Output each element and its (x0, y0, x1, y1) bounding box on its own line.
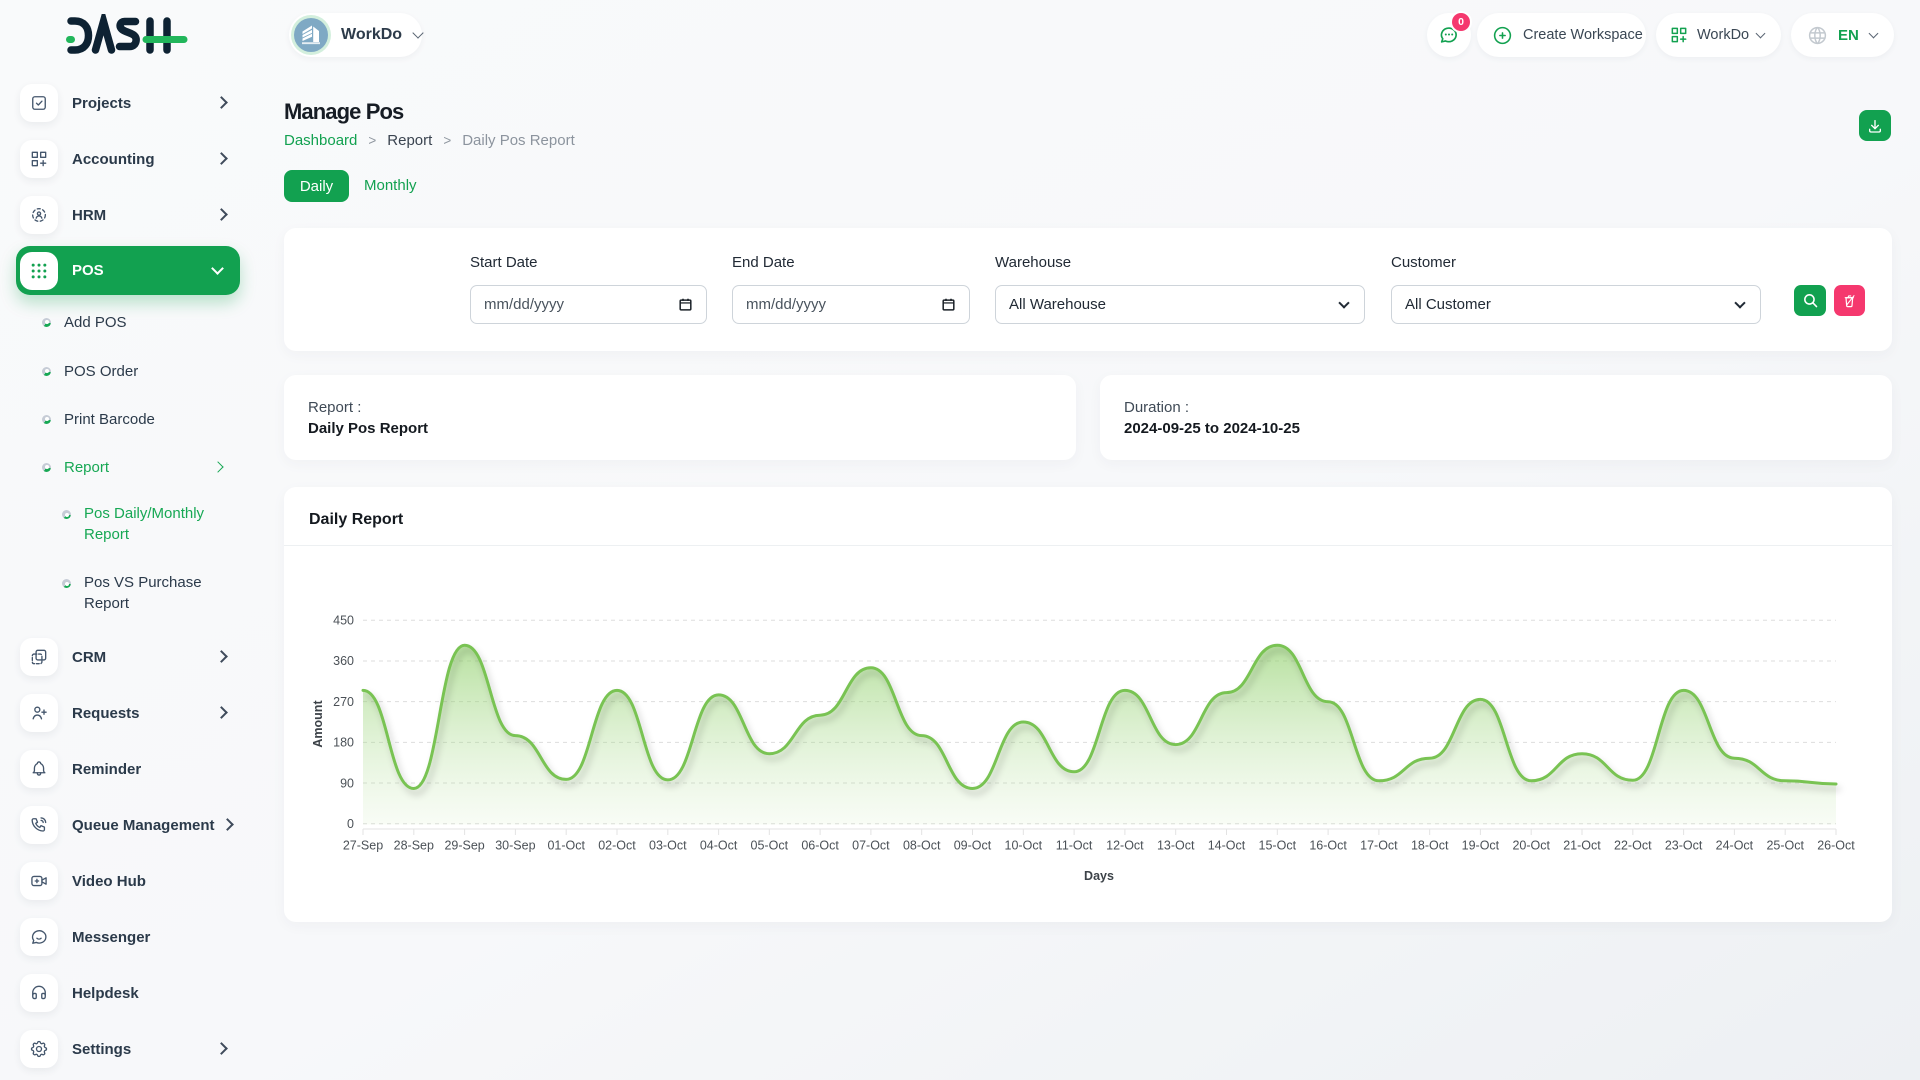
svg-text:18-Oct: 18-Oct (1411, 839, 1449, 853)
svg-text:450: 450 (333, 614, 354, 628)
svg-text:04-Oct: 04-Oct (700, 839, 738, 853)
svg-text:09-Oct: 09-Oct (954, 839, 992, 853)
svg-text:25-Oct: 25-Oct (1766, 839, 1804, 853)
svg-text:01-Oct: 01-Oct (547, 839, 585, 853)
svg-text:08-Oct: 08-Oct (903, 839, 941, 853)
svg-text:17-Oct: 17-Oct (1360, 839, 1398, 853)
svg-text:0: 0 (347, 817, 354, 831)
svg-text:29-Sep: 29-Sep (444, 839, 484, 853)
svg-text:02-Oct: 02-Oct (598, 839, 636, 853)
svg-text:Days: Days (1084, 869, 1114, 883)
svg-text:90: 90 (340, 776, 354, 790)
svg-text:Amount: Amount (311, 700, 325, 748)
svg-text:12-Oct: 12-Oct (1106, 839, 1144, 853)
svg-text:360: 360 (333, 654, 354, 668)
svg-text:07-Oct: 07-Oct (852, 839, 890, 853)
svg-text:13-Oct: 13-Oct (1157, 839, 1195, 853)
svg-text:20-Oct: 20-Oct (1512, 839, 1550, 853)
svg-text:21-Oct: 21-Oct (1563, 839, 1601, 853)
svg-text:24-Oct: 24-Oct (1716, 839, 1754, 853)
svg-text:180: 180 (333, 736, 354, 750)
svg-text:16-Oct: 16-Oct (1309, 839, 1347, 853)
svg-text:03-Oct: 03-Oct (649, 839, 687, 853)
svg-text:23-Oct: 23-Oct (1665, 839, 1703, 853)
svg-text:05-Oct: 05-Oct (751, 839, 789, 853)
svg-text:06-Oct: 06-Oct (801, 839, 839, 853)
svg-text:15-Oct: 15-Oct (1259, 839, 1297, 853)
svg-text:26-Oct: 26-Oct (1817, 839, 1855, 853)
svg-text:19-Oct: 19-Oct (1462, 839, 1500, 853)
svg-text:14-Oct: 14-Oct (1208, 839, 1246, 853)
svg-text:10-Oct: 10-Oct (1005, 839, 1043, 853)
svg-text:11-Oct: 11-Oct (1056, 839, 1093, 853)
svg-text:270: 270 (333, 695, 354, 709)
svg-text:27-Sep: 27-Sep (343, 839, 383, 853)
svg-text:30-Sep: 30-Sep (495, 839, 535, 853)
svg-text:22-Oct: 22-Oct (1614, 839, 1652, 853)
svg-text:28-Sep: 28-Sep (394, 839, 434, 853)
